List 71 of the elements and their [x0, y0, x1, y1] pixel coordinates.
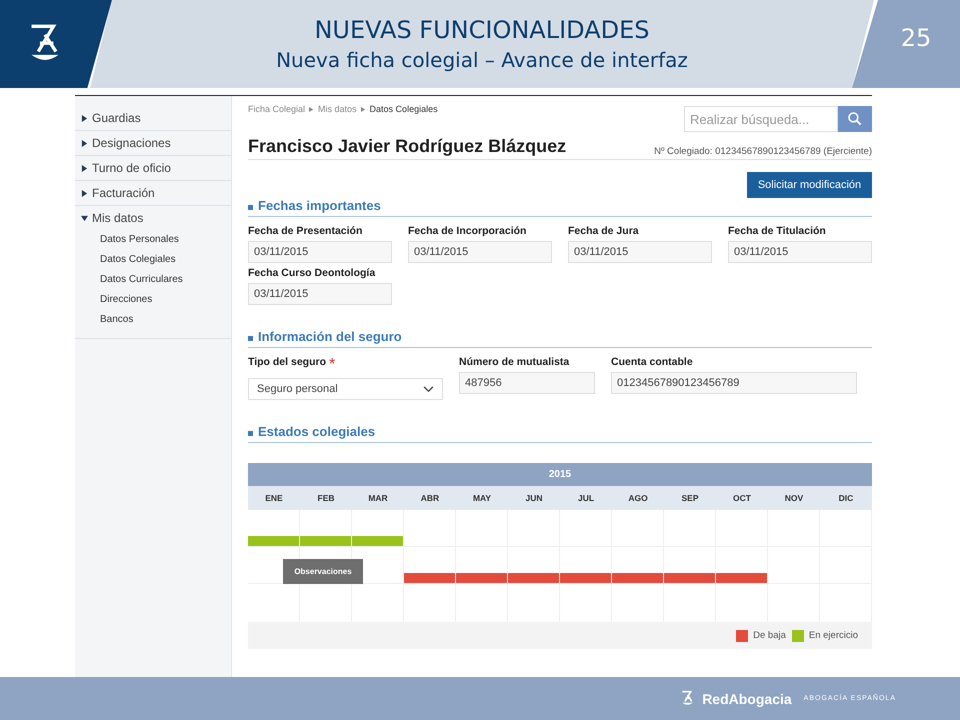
sidebar-item[interactable]: Designaciones	[75, 131, 231, 155]
input-field[interactable]: 487956	[459, 372, 595, 394]
square-bullet-icon	[248, 430, 253, 436]
person-name: Francisco Javier Rodríguez Blázquez	[248, 136, 566, 157]
slide-subtitle: Nueva ficha colegial – Avance de interfaz	[276, 48, 688, 72]
search-icon	[847, 111, 863, 127]
search-button[interactable]	[838, 106, 872, 132]
input-field[interactable]: 03/11/2015	[728, 241, 872, 263]
input-field[interactable]: 03/11/2015	[248, 241, 392, 263]
page-number: 25	[852, 0, 960, 88]
input-field[interactable]: 03/11/2015	[408, 241, 552, 263]
month-label: JUL	[576, 493, 596, 503]
member-number: Nº Colegiado: 01234567890123456789 (Ejerciente)	[654, 146, 872, 157]
field-label: Tipo del seguro	[248, 356, 326, 370]
sidebar-item[interactable]: Turno de oficio	[75, 156, 231, 180]
sidebar-item[interactable]: Mis datos	[75, 206, 231, 230]
section-heading: Estados colegiales	[258, 424, 376, 439]
month-label: DIC	[838, 493, 854, 503]
month-label: ABR	[420, 493, 440, 503]
tooltip: Observaciones	[283, 559, 363, 584]
field-label: Fecha de Jura	[568, 225, 640, 237]
legend-label: De baja	[753, 630, 786, 641]
square-bullet-icon	[248, 336, 253, 340]
sidebar-subitem[interactable]: Datos Personales	[75, 230, 231, 250]
breadcrumb-link[interactable]: Mis datos	[318, 104, 357, 114]
sidebar-subitem[interactable]: Datos Colegiales	[75, 250, 231, 270]
input-field[interactable]: 03/11/2015	[568, 241, 712, 263]
caret-right-icon	[81, 114, 88, 122]
year-header: 2015	[248, 463, 872, 486]
month-label: NOV	[784, 493, 804, 503]
chevron-down-icon	[423, 386, 434, 392]
breadcrumb-link[interactable]: Datos Colegiales	[370, 104, 438, 114]
month-label: JUN	[524, 493, 544, 503]
caret-right-icon	[360, 106, 366, 112]
search-field[interactable]: Realizar búsqueda...	[684, 106, 838, 132]
dropdown[interactable]: Seguro personal	[248, 378, 443, 400]
input-field[interactable]: 03/11/2015	[248, 283, 392, 305]
sidebar-item[interactable]: Facturación	[75, 181, 231, 205]
section-heading: Información del seguro	[258, 329, 402, 344]
required-mark: *	[328, 356, 336, 374]
field-label: Fecha de Presentación	[248, 225, 364, 237]
scales-logo-icon	[681, 690, 694, 707]
square-bullet-icon	[248, 204, 253, 210]
field-label: Número de mutualista	[459, 356, 570, 368]
legend-label: En ejercicio	[808, 630, 858, 641]
caret-right-icon	[81, 140, 88, 146]
caret-right-icon	[81, 164, 88, 172]
brand-name: RedAbogacia	[702, 690, 792, 706]
month-label: SEP	[680, 493, 700, 503]
month-label: MAY	[472, 493, 492, 503]
month-label: MAR	[367, 493, 389, 503]
caret-right-icon	[81, 190, 88, 196]
caret-down-icon	[81, 214, 88, 222]
field-label: Fecha de Titulación	[728, 225, 827, 237]
sidebar-subitem[interactable]: Bancos	[75, 310, 231, 330]
input-field[interactable]: 01234567890123456789	[611, 372, 857, 394]
field-label: Fecha de Incorporación	[408, 225, 528, 237]
month-label: OCT	[732, 493, 752, 503]
month-label: AGO	[627, 493, 649, 503]
sidebar-item[interactable]: Guardias	[75, 106, 231, 130]
sidebar-subitem[interactable]: Datos Curriculares	[75, 270, 231, 290]
month-label: FEB	[316, 493, 336, 503]
breadcrumb-link[interactable]: Ficha Colegial	[248, 104, 306, 114]
field-label: Cuenta contable	[611, 356, 693, 368]
request-change-button[interactable]: Solicitar modificación	[747, 172, 872, 198]
caret-right-icon	[309, 106, 314, 112]
month-label: ENE	[264, 493, 284, 503]
section-heading: Fechas importantes	[258, 198, 381, 213]
field-label: Fecha Curso Deontología	[248, 267, 376, 279]
slide-title: NUEVAS FUNCIONALIDADES	[314, 16, 650, 44]
sidebar-subitem[interactable]: Direcciones	[75, 290, 231, 310]
